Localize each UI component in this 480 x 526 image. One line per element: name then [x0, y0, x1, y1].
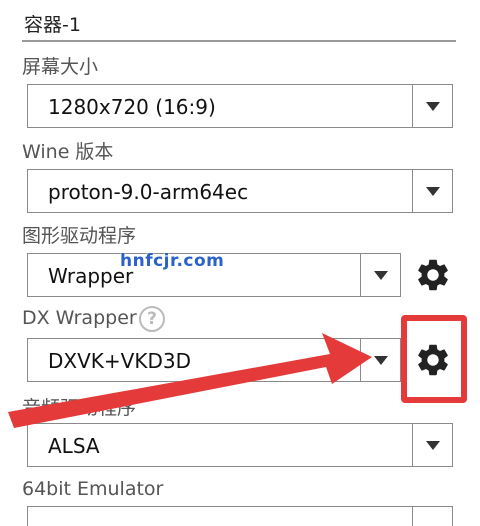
annotation-arrow	[8, 333, 372, 428]
